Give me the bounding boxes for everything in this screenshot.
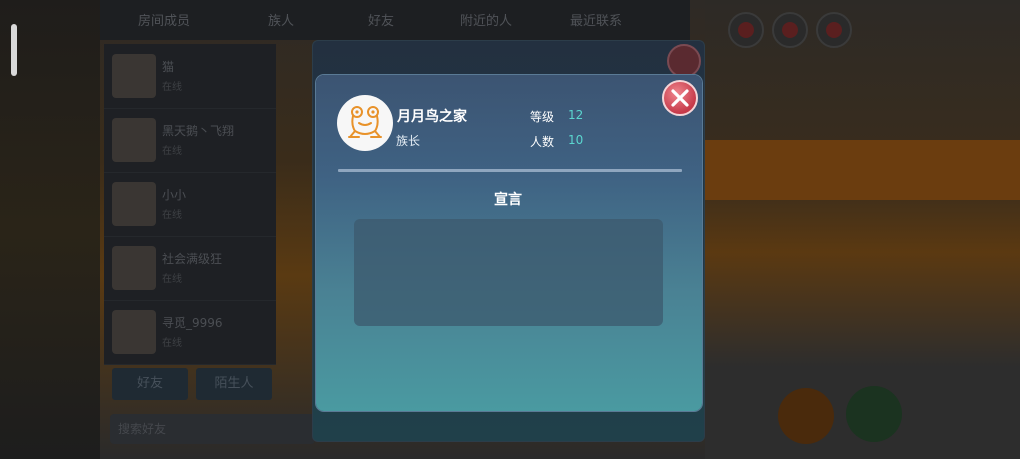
clan-name: 月月鸟之家 bbox=[397, 109, 467, 125]
friend-status: 在线 bbox=[162, 82, 182, 93]
friend-name: 寻觅_9996 bbox=[162, 316, 223, 330]
friend-status: 在线 bbox=[162, 274, 182, 285]
level-label: 等级 bbox=[530, 110, 555, 124]
list-item[interactable]: 寻觅_9996 在线 bbox=[104, 300, 276, 365]
friend-name: 社会满级狂 bbox=[162, 252, 223, 266]
fire-icon[interactable] bbox=[816, 12, 852, 48]
friend-status: 在线 bbox=[162, 210, 182, 221]
tab-room-members[interactable]: 房间成员 bbox=[138, 10, 190, 29]
friend-name: 小小 bbox=[162, 188, 187, 202]
close-button[interactable] bbox=[662, 80, 698, 116]
avatar bbox=[112, 246, 156, 290]
clan-avatar bbox=[337, 95, 393, 151]
avatar bbox=[112, 310, 156, 354]
member-role: 族长 bbox=[396, 134, 421, 148]
frog-icon bbox=[348, 106, 382, 138]
search-input[interactable]: 搜索好友 bbox=[110, 414, 315, 444]
avatar bbox=[112, 118, 156, 162]
strangers-button[interactable]: 陌生人 bbox=[196, 368, 272, 400]
friend-status: 在线 bbox=[162, 338, 182, 349]
close-icon bbox=[671, 89, 689, 107]
record-icon[interactable] bbox=[772, 12, 808, 48]
level-value: 12 bbox=[568, 108, 584, 122]
friend-name: 猫 bbox=[162, 60, 175, 74]
friend-list: 猫 在线 黑天鹅丶飞翔 在线 小小 在线 社会满级狂 在线 寻觅_9996 在线 bbox=[104, 44, 276, 365]
members-label: 人数 bbox=[530, 135, 555, 149]
list-item[interactable]: 社会满级狂 在线 bbox=[104, 236, 276, 301]
avatar bbox=[112, 54, 156, 98]
declaration-text bbox=[354, 219, 663, 326]
friend-name: 黑天鹅丶飞翔 bbox=[162, 124, 235, 138]
mail-icon[interactable] bbox=[728, 12, 764, 48]
list-item[interactable]: 黑天鹅丶飞翔 在线 bbox=[104, 108, 276, 173]
scroll-handle[interactable] bbox=[11, 24, 17, 76]
tab-nearby[interactable]: 附近的人 bbox=[460, 10, 512, 29]
action-icon[interactable] bbox=[778, 388, 834, 444]
friend-status: 在线 bbox=[162, 146, 182, 157]
top-tab-bar: 房间成员 族人 好友 附近的人 最近联系 bbox=[100, 0, 690, 40]
list-item[interactable]: 小小 在线 bbox=[104, 172, 276, 237]
tab-recent[interactable]: 最近联系 bbox=[570, 10, 622, 29]
jump-icon[interactable] bbox=[846, 386, 902, 442]
list-item[interactable]: 猫 在线 bbox=[104, 44, 276, 109]
world-ground bbox=[690, 140, 1020, 200]
friends-button[interactable]: 好友 bbox=[112, 368, 188, 400]
tab-friends[interactable]: 好友 bbox=[368, 10, 394, 29]
divider bbox=[338, 169, 682, 172]
members-value: 10 bbox=[568, 133, 584, 147]
avatar bbox=[112, 182, 156, 226]
tab-clan[interactable]: 族人 bbox=[268, 10, 294, 29]
declaration-title: 宣言 bbox=[494, 192, 522, 208]
close-icon-back[interactable] bbox=[667, 44, 701, 78]
